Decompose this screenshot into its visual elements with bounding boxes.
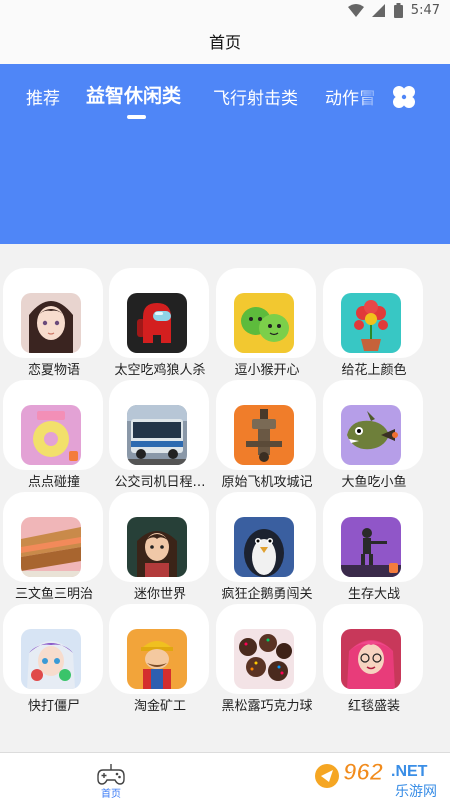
anime-girl-thumbnail <box>21 293 81 353</box>
wifi-icon <box>347 3 364 17</box>
game-item[interactable]: 生存大战 <box>320 492 428 602</box>
game-name: 三文鱼三明治 <box>14 587 93 602</box>
tab-flight-shooting[interactable]: 飞行射击类 <box>213 84 298 109</box>
battery-icon <box>393 3 403 18</box>
red-carpet-girl-thumbnail <box>341 629 401 689</box>
game-name: 恋夏物语 <box>27 363 80 378</box>
signal-icon <box>371 3 385 17</box>
survival-soldier-thumbnail <box>341 517 401 577</box>
svg-text:乐游网: 乐游网 <box>395 784 437 800</box>
big-fish-thumbnail <box>341 405 401 465</box>
game-name: 原始飞机攻城记 <box>221 475 313 490</box>
city-bus-thumbnail <box>127 405 187 465</box>
chocolate-balls-thumbnail <box>234 629 294 689</box>
game-name: 红毯盛装 <box>347 699 400 714</box>
category-banner: 推荐 益智休闲类 飞行射击类 动作冒 <box>0 64 450 244</box>
green-monkeys-thumbnail <box>234 293 294 353</box>
game-item[interactable]: 太空吃鸡狼人杀 <box>106 268 214 378</box>
nav-home-label: 首页 <box>101 789 121 800</box>
page-title-bar: 首页 <box>0 24 450 64</box>
tab-recommend[interactable]: 推荐 <box>26 84 60 109</box>
active-tab-indicator <box>127 115 146 119</box>
game-item[interactable]: 快打僵尸 <box>0 604 108 714</box>
game-item[interactable]: 三文鱼三明治 <box>0 492 108 602</box>
primitive-plane-thumbnail <box>234 405 294 465</box>
tabs-fade <box>355 64 385 128</box>
game-item[interactable]: 红毯盛装 <box>320 604 428 714</box>
game-item[interactable]: 疯狂企鹅勇闯关 <box>213 492 321 602</box>
game-item[interactable]: 点点碰撞 <box>0 380 108 490</box>
game-item[interactable]: 给花上颜色 <box>320 268 428 378</box>
game-grid: 恋夏物语 太空吃鸡狼人杀 逗小猴开心 给花上颜色 点点碰撞 公交司机日程… 原始… <box>0 244 450 752</box>
sandwich-thumbnail <box>21 517 81 577</box>
game-item[interactable]: 黑松露巧克力球 <box>213 604 321 714</box>
962-net-watermark-logo: 962 .NET 乐游网 <box>315 759 437 800</box>
game-name: 迷你世界 <box>133 587 186 602</box>
game-name: 公交司机日程… <box>114 475 206 490</box>
flower-pot-thumbnail <box>341 293 401 353</box>
game-item[interactable]: 原始飞机攻城记 <box>213 380 321 490</box>
game-item[interactable]: 迷你世界 <box>106 492 214 602</box>
pink-donut-thumbnail <box>21 405 81 465</box>
gold-miner-thumbnail <box>127 629 187 689</box>
game-name: 淘金矿工 <box>133 699 186 714</box>
status-time: 5:47 <box>410 3 440 18</box>
svg-text:.NET: .NET <box>391 763 428 780</box>
game-item[interactable]: 逗小猴开心 <box>213 268 321 378</box>
svg-text:962: 962 <box>343 759 384 786</box>
game-name: 生存大战 <box>347 587 400 602</box>
game-item[interactable]: 大鱼吃小鱼 <box>320 380 428 490</box>
red-crewmate-thumbnail <box>127 293 187 353</box>
penguin-thumbnail <box>234 517 294 577</box>
game-item[interactable]: 淘金矿工 <box>106 604 214 714</box>
game-name: 太空吃鸡狼人杀 <box>114 363 206 378</box>
category-tabs: 推荐 益智休闲类 飞行射击类 动作冒 <box>0 64 450 128</box>
game-name: 快打僵尸 <box>27 699 80 714</box>
gamepad-icon <box>97 764 125 785</box>
game-item[interactable]: 恋夏物语 <box>0 268 108 378</box>
flower-grid-icon[interactable] <box>392 85 416 109</box>
dark-girl-thumbnail <box>127 517 187 577</box>
game-name: 疯狂企鹅勇闯关 <box>221 587 313 602</box>
game-name: 给花上颜色 <box>341 363 407 378</box>
game-name: 逗小猴开心 <box>234 363 300 378</box>
page-title: 首页 <box>208 33 241 52</box>
game-name: 黑松露巧克力球 <box>221 699 313 714</box>
game-name: 点点碰撞 <box>27 475 80 490</box>
tab-puzzle-casual[interactable]: 益智休闲类 <box>86 81 181 108</box>
anime-fighter-thumbnail <box>21 629 81 689</box>
game-item[interactable]: 公交司机日程… <box>106 380 214 490</box>
nav-home[interactable]: 首页 <box>81 753 141 801</box>
status-bar: 5:47 <box>0 0 450 24</box>
game-name: 大鱼吃小鱼 <box>341 475 407 490</box>
